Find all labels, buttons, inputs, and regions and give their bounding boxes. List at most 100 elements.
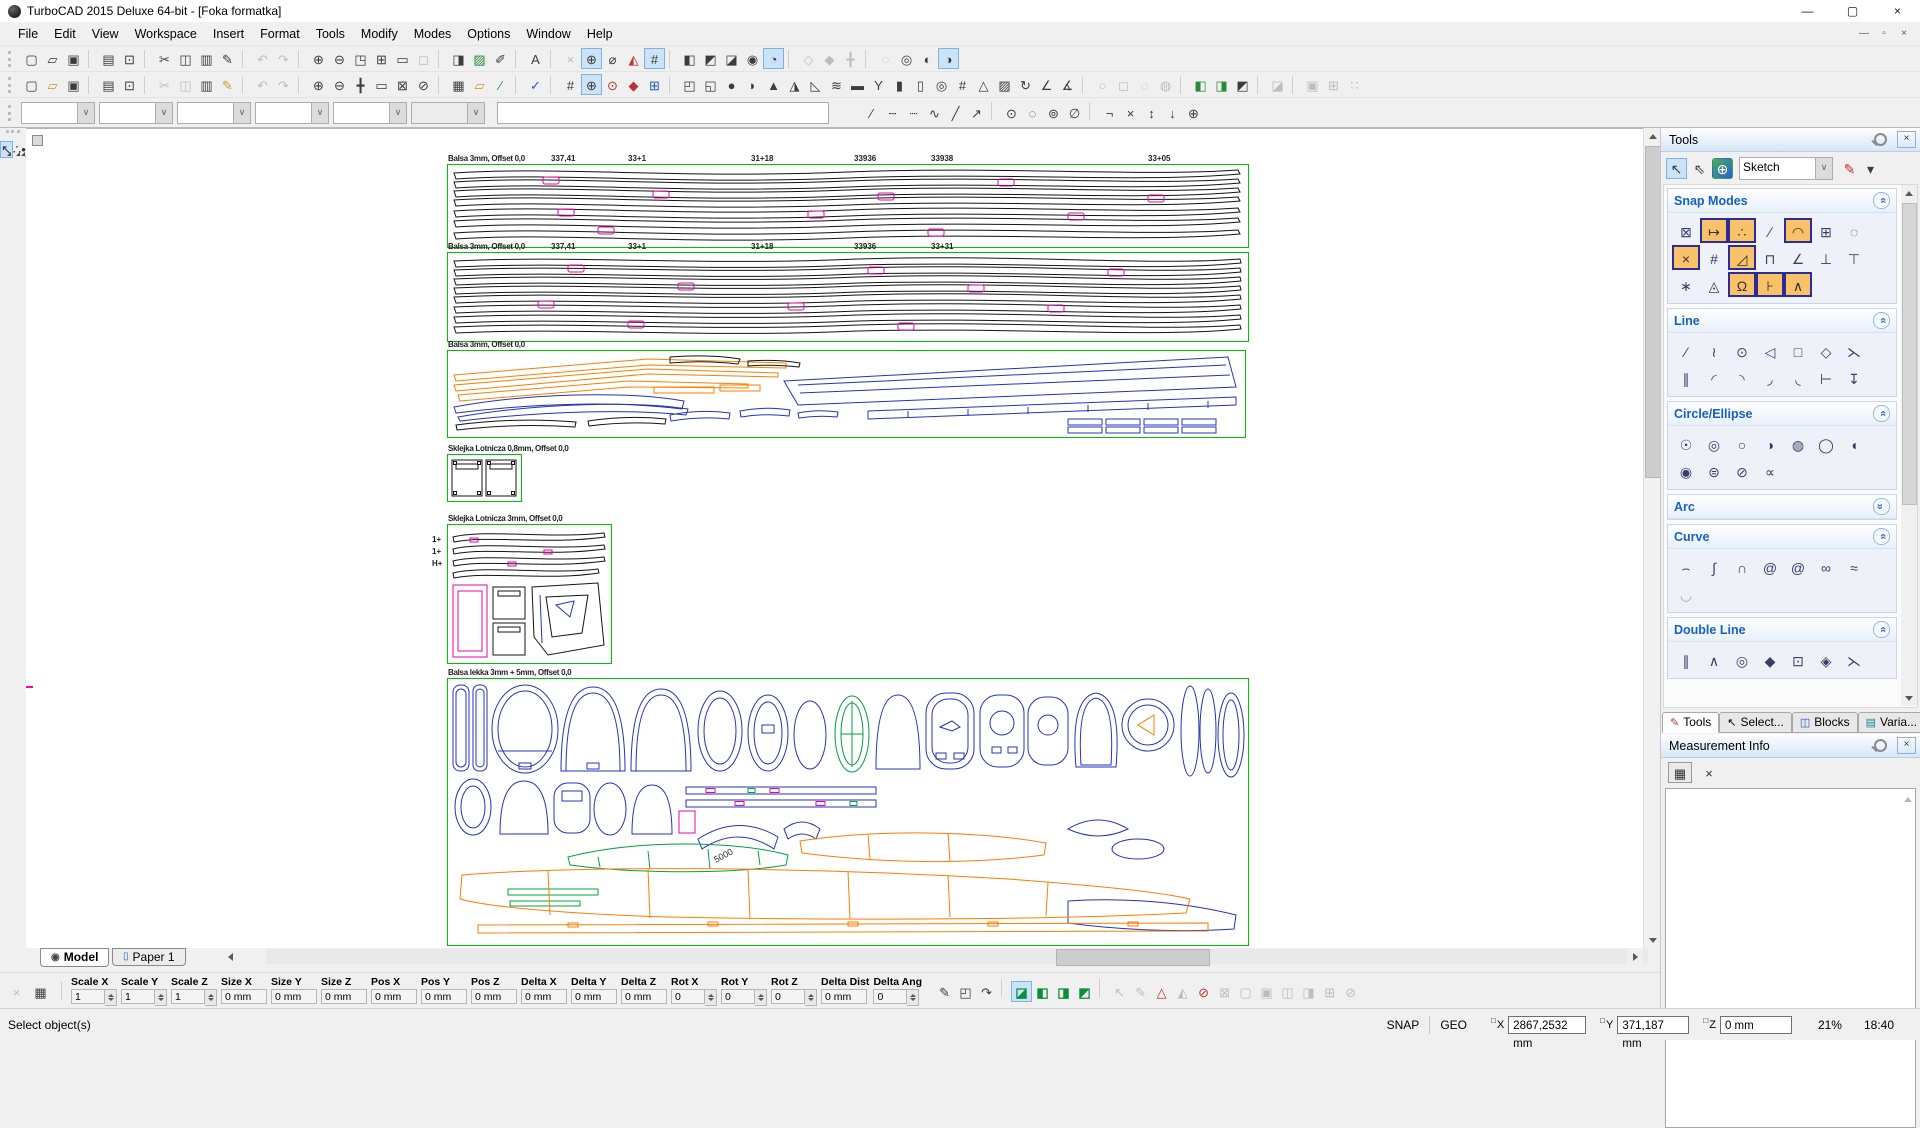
cut-sheet-panel-5[interactable]: Sklejka Lotnicza 3mm, Offset 0,0 1+1+H+ bbox=[447, 524, 612, 664]
zoom-window-icon[interactable]: ◳ bbox=[350, 48, 371, 69]
menu-insert[interactable]: Insert bbox=[205, 24, 252, 44]
array-grid-icon[interactable]: ⊞ bbox=[1323, 74, 1344, 95]
dimension-style-combo[interactable]: ∨ bbox=[411, 102, 485, 124]
rotated-rectangle-icon[interactable]: ◇ bbox=[1812, 338, 1840, 363]
snap-percent-icon[interactable]: ⌀ bbox=[602, 48, 623, 69]
delta-ang-spinner[interactable] bbox=[907, 989, 919, 1006]
rot-x-input[interactable]: 0 bbox=[671, 989, 705, 1004]
size-y-input[interactable]: 0 mm bbox=[271, 989, 317, 1004]
pattern-line-icon[interactable]: ∕ bbox=[861, 102, 882, 123]
open-icon[interactable]: ▱ bbox=[42, 48, 63, 69]
rot-x-spinner[interactable] bbox=[705, 989, 717, 1006]
solid-hemisphere-icon[interactable]: ◗ bbox=[742, 74, 763, 95]
double-line-segment-icon[interactable]: ∥ bbox=[1672, 647, 1700, 672]
minimize-button-icon[interactable]: — bbox=[1785, 0, 1830, 22]
down-style-icon[interactable]: ↓ bbox=[1162, 102, 1183, 123]
look-at-icon[interactable]: ◔ bbox=[763, 48, 784, 69]
solid-wedge-icon[interactable]: ◺ bbox=[805, 74, 826, 95]
palette-close-icon[interactable]: × bbox=[1897, 131, 1916, 148]
grid-mode-icon[interactable]: ⊞ bbox=[1319, 981, 1340, 1002]
render-flat-icon[interactable]: ◐ bbox=[917, 48, 938, 69]
rot-y-spinner[interactable] bbox=[755, 989, 767, 1006]
snap-perpendicular-icon[interactable]: ⊥ bbox=[1812, 245, 1840, 270]
scroll-up-icon[interactable] bbox=[1644, 128, 1661, 144]
spiral-rotated-icon[interactable]: @ bbox=[1784, 554, 1812, 579]
zoom-level[interactable]: 21% bbox=[1818, 1018, 1842, 1032]
block-mode-icon[interactable]: ⊘ bbox=[1340, 981, 1361, 1002]
arrow-style-icon[interactable]: ↗ bbox=[966, 102, 987, 123]
select-coords-icon[interactable]: ◰ bbox=[955, 981, 976, 1002]
snap-magnetic-icon[interactable]: # bbox=[644, 48, 665, 69]
circle-double-point-icon[interactable]: ○ bbox=[1728, 431, 1756, 456]
box-mode-1-icon[interactable]: ▢ bbox=[1235, 981, 1256, 1002]
print-preview-icon[interactable]: ⊡ bbox=[119, 48, 140, 69]
menu-tools[interactable]: Tools bbox=[308, 24, 353, 44]
solid-cylinder-icon[interactable]: ▮ bbox=[889, 74, 910, 95]
workplane-by-entity-icon[interactable]: ◩ bbox=[700, 48, 721, 69]
render-hidden-line-icon[interactable]: ◎ bbox=[896, 48, 917, 69]
rot-z-spinner[interactable] bbox=[805, 989, 817, 1006]
ellipse-icon[interactable]: ◉ bbox=[1672, 458, 1700, 483]
zoom-selection-icon[interactable]: ⊘ bbox=[413, 74, 434, 95]
menu-modify[interactable]: Modify bbox=[353, 24, 406, 44]
print-zoom-icon[interactable]: ⊡ bbox=[119, 74, 140, 95]
concentric-circle-icon[interactable]: ◎ bbox=[1700, 431, 1728, 456]
node-edit-mode-icon[interactable]: ⇖ bbox=[1689, 158, 1710, 179]
grid-dots-icon[interactable]: # bbox=[560, 74, 581, 95]
world-mode-icon[interactable]: ⊕ bbox=[1712, 158, 1733, 179]
pan-camera-icon[interactable]: ╋ bbox=[840, 48, 861, 69]
circle-tangent-2-entities-icon[interactable]: ◯ bbox=[1812, 431, 1840, 456]
circle-style-1-icon[interactable]: ⊙ bbox=[1001, 102, 1022, 123]
tangent-to-arc-icon[interactable]: ◜ bbox=[1700, 365, 1728, 390]
cross-style-icon[interactable]: × bbox=[1120, 102, 1141, 123]
solid-box-icon[interactable]: ◰ bbox=[679, 74, 700, 95]
pen-color-combo[interactable]: ∨ bbox=[177, 102, 251, 124]
snap-on-line-icon[interactable]: ∕ bbox=[1756, 218, 1784, 243]
circle-tangent-3-entities-icon[interactable]: ◖ bbox=[1840, 431, 1868, 456]
workplane-entity-icon[interactable]: ◨ bbox=[1053, 981, 1074, 1002]
multiline-icon[interactable]: ≀ bbox=[1700, 338, 1728, 363]
cut-sheet-panel-6[interactable]: Balsa lekka 3mm + 5mm, Offset 0,0 bbox=[447, 678, 1249, 946]
new-from-template-icon[interactable]: ▢ bbox=[21, 74, 42, 95]
solid-slab-icon[interactable]: ▬ bbox=[847, 74, 868, 95]
size-x-input[interactable]: 0 mm bbox=[221, 989, 267, 1004]
snap-none-icon[interactable]: × bbox=[560, 48, 581, 69]
box-zoom-icon[interactable]: ▭ bbox=[371, 74, 392, 95]
collapse-chevron-icon[interactable]: « bbox=[1873, 405, 1890, 422]
delta-y-input[interactable]: 0 mm bbox=[571, 989, 617, 1004]
symbol-library-icon[interactable]: ▱ bbox=[469, 74, 490, 95]
zoom-in-2-icon[interactable]: ⊕ bbox=[308, 74, 329, 95]
select-mode-icon[interactable]: ↖ bbox=[1666, 158, 1687, 179]
solid-vase-icon[interactable]: Y bbox=[868, 74, 889, 95]
menu-format[interactable]: Format bbox=[252, 24, 308, 44]
workplane-by-face-icon[interactable]: ◧ bbox=[679, 48, 700, 69]
palette-tab-select[interactable]: ↖Select... bbox=[1719, 712, 1792, 733]
double-perpendicular-icon[interactable]: ⋋ bbox=[1840, 647, 1868, 672]
pos-x-input[interactable]: 0 mm bbox=[371, 989, 417, 1004]
redo-icon[interactable]: ↷ bbox=[273, 48, 294, 69]
combo-chevron-icon[interactable]: ∨ bbox=[1815, 158, 1832, 179]
ellipse-3-corner-icon[interactable]: ⊘ bbox=[1728, 458, 1756, 483]
delta-ang-input[interactable]: 0 bbox=[873, 989, 907, 1004]
cut-sheet-panel-3[interactable]: Balsa 3mm, Offset 0,0 bbox=[447, 350, 1246, 438]
save-as-icon[interactable]: ▣ bbox=[63, 74, 84, 95]
delta-x-input[interactable]: 0 mm bbox=[521, 989, 567, 1004]
bisector-line-icon[interactable]: ⊢ bbox=[1812, 365, 1840, 390]
no-reference-icon[interactable]: ⊘ bbox=[1193, 981, 1214, 1002]
tab-scroll-right-icon[interactable] bbox=[1627, 949, 1643, 964]
snap-to-point-icon[interactable]: ↦ bbox=[1700, 218, 1728, 243]
double-rectangle-icon[interactable]: ⊡ bbox=[1784, 647, 1812, 672]
zoom-out-2-icon[interactable]: ⊖ bbox=[329, 74, 350, 95]
pattern-zigzag-icon[interactable]: ╱ bbox=[945, 102, 966, 123]
surface-mesh-icon[interactable]: # bbox=[952, 74, 973, 95]
vertical-line-icon[interactable]: ↧ bbox=[1840, 365, 1868, 390]
boolean-union-icon[interactable]: ◧ bbox=[1190, 74, 1211, 95]
solid-cube-icon[interactable]: ◱ bbox=[700, 74, 721, 95]
circle-style-2-icon[interactable]: ◌ bbox=[1022, 102, 1043, 123]
no-snap-icon[interactable]: ⊠ bbox=[1672, 218, 1700, 243]
palette-scroll-up-icon[interactable] bbox=[1901, 185, 1917, 201]
stamp-mode-icon[interactable]: ◭ bbox=[1172, 981, 1193, 1002]
snap-arc-center-icon[interactable]: ◠ bbox=[1784, 218, 1812, 243]
size-z-input[interactable]: 0 mm bbox=[321, 989, 367, 1004]
solid-torus-icon[interactable]: ◎ bbox=[931, 74, 952, 95]
